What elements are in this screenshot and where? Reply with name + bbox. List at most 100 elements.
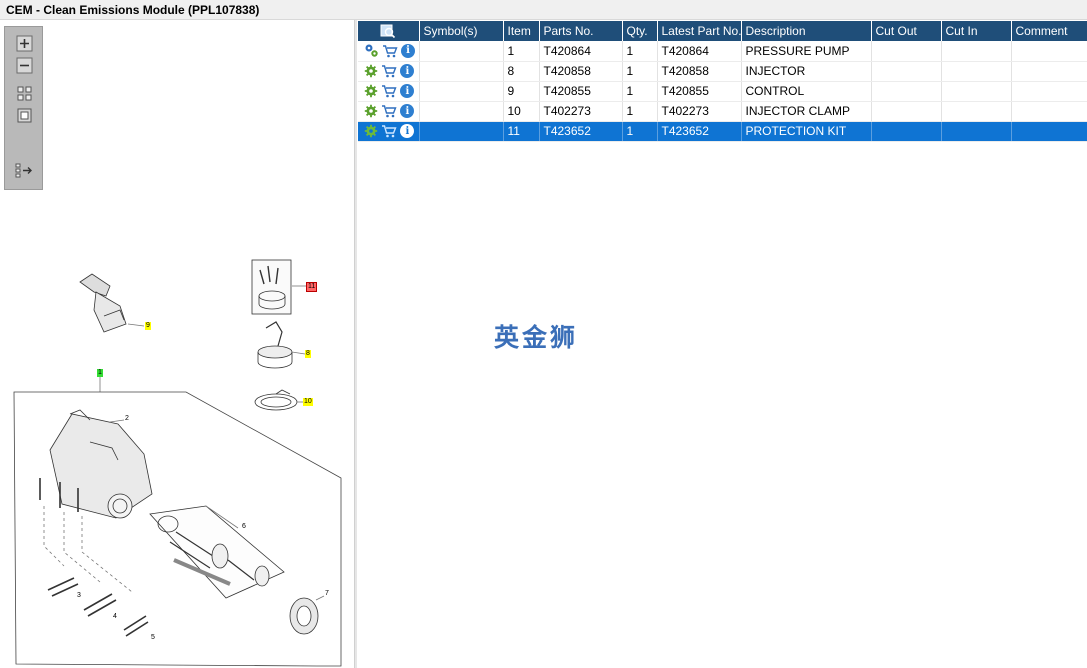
cell-cut-out (871, 41, 942, 62)
export-list-button[interactable] (15, 161, 34, 180)
parts-table: Symbol(s) Item Parts No. Qty. Latest Par… (358, 21, 1087, 142)
callout-2[interactable]: 2 (124, 415, 130, 423)
callout-8[interactable]: 8 (305, 350, 311, 358)
callout-11[interactable]: 11 (306, 282, 318, 292)
assembly-gears-icon[interactable] (364, 43, 379, 59)
table-header-row: Symbol(s) Item Parts No. Qty. Latest Par… (358, 21, 1087, 41)
fit-page-icon (17, 108, 32, 123)
cell-item: 9 (503, 81, 540, 102)
callout-5[interactable]: 5 (150, 634, 156, 642)
column-header-item[interactable]: Item (503, 21, 540, 41)
cell-qty: 1 (622, 61, 658, 82)
info-icon[interactable]: i (400, 83, 415, 99)
cell-part-no: T420855 (539, 81, 623, 102)
gear-icon[interactable] (364, 123, 378, 139)
gear-icon[interactable] (364, 103, 378, 119)
cell-description: INJECTOR (741, 61, 872, 82)
cell-description: CONTROL (741, 81, 872, 102)
cart-icon[interactable] (381, 123, 397, 139)
table-row-selected[interactable]: i 11 T423652 1 T423652 PROTECTION KIT (358, 121, 1087, 142)
callout-1[interactable]: 1 (97, 369, 103, 377)
fit-page-button[interactable] (15, 106, 34, 125)
info-icon[interactable]: i (400, 123, 415, 139)
gear-icon[interactable] (364, 63, 378, 79)
callout-4[interactable]: 4 (112, 613, 118, 621)
cell-cut-in (941, 121, 1012, 142)
cell-qty: 1 (622, 41, 658, 62)
cell-cut-in (941, 81, 1012, 102)
cell-part-no: T402273 (539, 101, 623, 122)
cell-latest-part-no: T420858 (657, 61, 742, 82)
callout-3[interactable]: 3 (76, 592, 82, 600)
zoom-out-icon (16, 57, 33, 74)
cell-symbols (419, 101, 504, 122)
table-row[interactable]: i 8 T420858 1 T420858 INJECTOR (358, 61, 1087, 82)
cell-latest-part-no: T402273 (657, 101, 742, 122)
cell-description: PRESSURE PUMP (741, 41, 872, 62)
info-icon[interactable]: i (400, 63, 415, 79)
watermark-logo: 英金狮 (494, 323, 579, 352)
cell-symbols (419, 121, 504, 142)
window-title: CEM - Clean Emissions Module (PPL107838) (6, 3, 260, 17)
fit-grid-icon (17, 86, 32, 101)
column-header-comment[interactable]: Comment (1011, 21, 1087, 41)
cell-cut-out (871, 101, 942, 122)
search-list-icon (380, 24, 396, 39)
fit-all-button[interactable] (15, 84, 34, 103)
cell-cut-in (941, 41, 1012, 62)
cell-symbols (419, 81, 504, 102)
export-list-icon (15, 163, 32, 178)
cell-part-no: T420858 (539, 61, 623, 82)
viewer-toolbar (4, 26, 43, 190)
window-title-bar: CEM - Clean Emissions Module (PPL107838) (0, 0, 1087, 20)
column-header-symbols[interactable]: Symbol(s) (419, 21, 504, 41)
cart-icon[interactable] (382, 43, 398, 59)
illustration-pane[interactable]: 9 11 8 10 1 2 6 3 4 5 7 (0, 20, 354, 668)
cell-description: PROTECTION KIT (741, 121, 872, 142)
table-row[interactable]: i 9 T420855 1 T420855 CONTROL (358, 81, 1087, 102)
cell-qty: 1 (622, 101, 658, 122)
cell-cut-in (941, 101, 1012, 122)
column-header-cut-in[interactable]: Cut In (941, 21, 1012, 41)
cell-latest-part-no: T423652 (657, 121, 742, 142)
cell-item: 10 (503, 101, 540, 122)
cell-comment (1011, 61, 1087, 82)
cell-comment (1011, 41, 1087, 62)
callout-10[interactable]: 10 (303, 398, 313, 406)
column-header-parts-no[interactable]: Parts No. (539, 21, 623, 41)
zoom-out-button[interactable] (15, 56, 34, 75)
cell-cut-out (871, 121, 942, 142)
exploded-view-artwork (13, 259, 342, 667)
cell-qty: 1 (622, 81, 658, 102)
cell-item: 1 (503, 41, 540, 62)
cell-latest-part-no: T420855 (657, 81, 742, 102)
callout-6[interactable]: 6 (241, 523, 247, 531)
column-header-cut-out[interactable]: Cut Out (871, 21, 942, 41)
cell-item: 11 (503, 121, 540, 142)
cell-latest-part-no: T420864 (657, 41, 742, 62)
cell-description: INJECTOR CLAMP (741, 101, 872, 122)
cell-part-no: T423652 (539, 121, 623, 142)
gear-icon[interactable] (364, 83, 378, 99)
cell-comment (1011, 121, 1087, 142)
table-row[interactable]: i 1 T420864 1 T420864 PRESSURE PUMP (358, 41, 1087, 62)
parts-list-pane: Symbol(s) Item Parts No. Qty. Latest Par… (357, 20, 1087, 668)
cell-symbols (419, 61, 504, 82)
cell-comment (1011, 101, 1087, 122)
info-icon[interactable]: i (401, 43, 415, 59)
callout-7[interactable]: 7 (324, 590, 330, 598)
cell-comment (1011, 81, 1087, 102)
column-header-description[interactable]: Description (741, 21, 872, 41)
zoom-in-button[interactable] (15, 34, 34, 53)
cell-item: 8 (503, 61, 540, 82)
actions-column-header[interactable] (358, 21, 420, 41)
cart-icon[interactable] (381, 83, 397, 99)
column-header-qty[interactable]: Qty. (622, 21, 658, 41)
callout-9[interactable]: 9 (145, 322, 151, 330)
column-header-latest-part-no[interactable]: Latest Part No. (657, 21, 742, 41)
exploded-view-drawing[interactable]: 9 11 8 10 1 2 6 3 4 5 7 (0, 220, 354, 668)
cart-icon[interactable] (381, 63, 397, 79)
table-row[interactable]: i 10 T402273 1 T402273 INJECTOR CLAMP (358, 101, 1087, 122)
info-icon[interactable]: i (400, 103, 415, 119)
cart-icon[interactable] (381, 103, 397, 119)
